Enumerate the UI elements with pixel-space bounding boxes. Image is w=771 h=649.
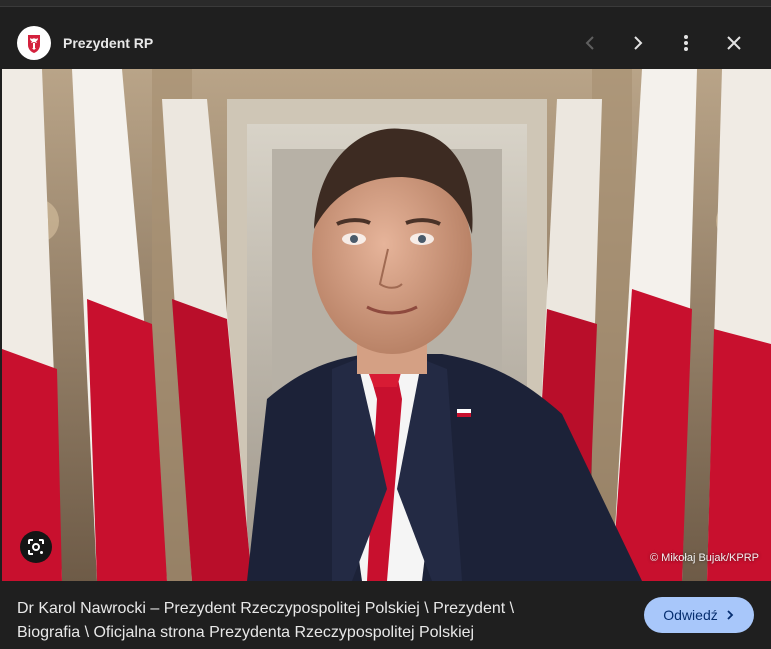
window-top-strip: [0, 0, 771, 7]
visit-button[interactable]: Odwiedź: [644, 597, 754, 633]
chevron-left-icon[interactable]: [576, 29, 604, 57]
site-name[interactable]: Prezydent RP: [63, 35, 153, 51]
polish-eagle-emblem-icon[interactable]: [17, 26, 51, 60]
viewer-header: Prezydent RP: [0, 8, 771, 69]
google-lens-icon[interactable]: [20, 531, 52, 563]
image-title-link[interactable]: Dr Karol Nawrocki – Prezydent Rzeczyposp…: [17, 597, 617, 645]
visit-button-label: Odwiedź: [663, 607, 718, 623]
portrait-photo: [2, 69, 771, 581]
chevron-right-icon[interactable]: [624, 29, 652, 57]
caption-line-2: Biografia \ Oficjalna strona Prezydenta …: [17, 624, 475, 641]
viewer-footer: Dr Karol Nawrocki – Prezydent Rzeczyposp…: [0, 581, 771, 649]
chevron-right-icon: [725, 607, 735, 623]
image-preview[interactable]: © Mikołaj Bujak/KPRP: [2, 69, 771, 581]
close-icon[interactable]: [720, 29, 748, 57]
more-vert-icon[interactable]: [672, 29, 700, 57]
photo-credit: © Mikołaj Bujak/KPRP: [650, 552, 759, 564]
caption-line-1: Dr Karol Nawrocki – Prezydent Rzeczyposp…: [17, 600, 515, 617]
